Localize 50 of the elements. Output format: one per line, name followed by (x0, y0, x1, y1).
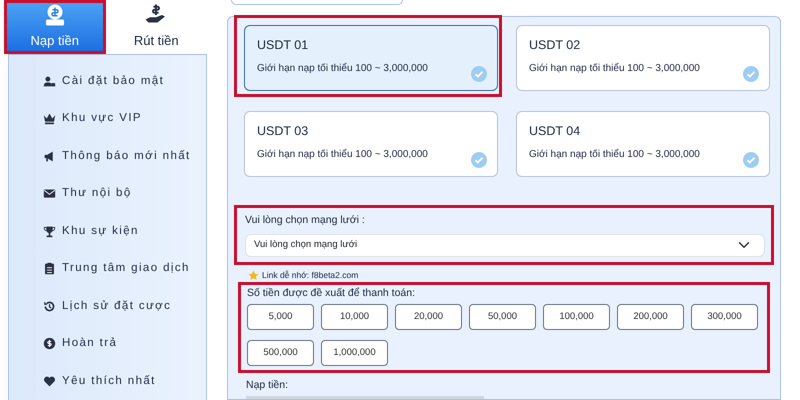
deposit-limit-text: Giới hạn nạp tối thiểu 100 ~ 3,000,000 (257, 62, 428, 76)
amount-button[interactable]: 5,000 (247, 304, 314, 330)
channel-title: USDT 03 (257, 123, 310, 140)
history-icon (43, 300, 56, 313)
deposit-limit-text: Giới hạn nạp tối thiểu 100 ~ 3,000,000 (529, 148, 700, 162)
trophy-icon (43, 224, 56, 238)
amount-button[interactable]: 100,000 (543, 304, 610, 330)
channel-title: USDT 01 (257, 37, 310, 54)
sidebar-menu-item[interactable]: Thông báo mới nhất (9, 138, 206, 175)
channel-title: USDT 04 (529, 123, 582, 140)
envelope-icon (43, 187, 56, 200)
check-icon (471, 152, 487, 168)
payment-channel-card[interactable]: USDT 01 Giới hạn nạp tối thiểu 100 ~ 3,000,000 (244, 25, 498, 91)
check-icon (471, 66, 487, 82)
sidebar-menu-item[interactable]: Trung tâm giao dịch (9, 250, 206, 288)
amount-button[interactable]: 1,000,000 (321, 340, 388, 366)
star-icon (248, 270, 259, 281)
amount-button[interactable]: 300,000 (691, 304, 758, 330)
amount-button[interactable]: 20,000 (395, 304, 462, 330)
sidebar-menu-item[interactable]: Khu sự kiện (9, 212, 206, 250)
megaphone-icon (43, 150, 56, 163)
field-label: Số tiền được đề xuất để thanh toán: (247, 286, 416, 300)
sidebar-menu-item[interactable]: Khu vực VIP (9, 100, 206, 138)
amount-button[interactable]: 10,000 (321, 304, 388, 330)
sidebar-menu-item[interactable]: Lịch sử đặt cược (9, 288, 206, 325)
network-select[interactable]: Vui lòng chọn mạng lưới (245, 234, 765, 257)
tab[interactable]: Nạp tiền (4, 0, 106, 54)
user-lock-icon (43, 74, 56, 88)
payment-channel-card[interactable]: USDT 04 Giới hạn nạp tối thiểu 100 ~ 3,000,000 (516, 111, 770, 177)
deposit-limit-text: Giới hạn nạp tối thiểu 100 ~ 3,000,000 (529, 62, 700, 76)
field-label: Nạp tiền: (246, 378, 290, 394)
channel-title: USDT 02 (529, 37, 582, 54)
check-icon (743, 152, 759, 168)
amount-button[interactable]: 500,000 (247, 340, 314, 366)
sidebar-menu-item[interactable]: Hoàn trả (9, 325, 206, 362)
sidebar-menu-item[interactable]: Thư nội bộ (9, 175, 206, 212)
crown-icon (43, 112, 56, 126)
link-note: Link dễ nhớ: f8beta2.com (262, 268, 358, 282)
sidebar-menu-item[interactable]: Yêu thích nhất (9, 362, 206, 400)
payment-channel-card[interactable]: USDT 02 Giới hạn nạp tối thiểu 100 ~ 3,000,000 (516, 25, 770, 91)
heart-icon (43, 374, 56, 388)
clipboard-icon (43, 262, 56, 276)
dollar-coin-icon (43, 337, 56, 350)
field-label: Vui lòng chọn mạng lưới : (245, 213, 366, 228)
deposit-limit-text: Giới hạn nạp tối thiểu 100 ~ 3,000,000 (257, 148, 428, 162)
amount-button[interactable]: 200,000 (617, 304, 684, 330)
check-icon (743, 66, 759, 82)
sidebar-menu-item[interactable]: Cài đặt bảo mật (9, 62, 206, 100)
payment-channel-card[interactable]: USDT 03 Giới hạn nạp tối thiểu 100 ~ 3,000,000 (244, 111, 498, 177)
amount-button[interactable]: 50,000 (469, 304, 536, 330)
